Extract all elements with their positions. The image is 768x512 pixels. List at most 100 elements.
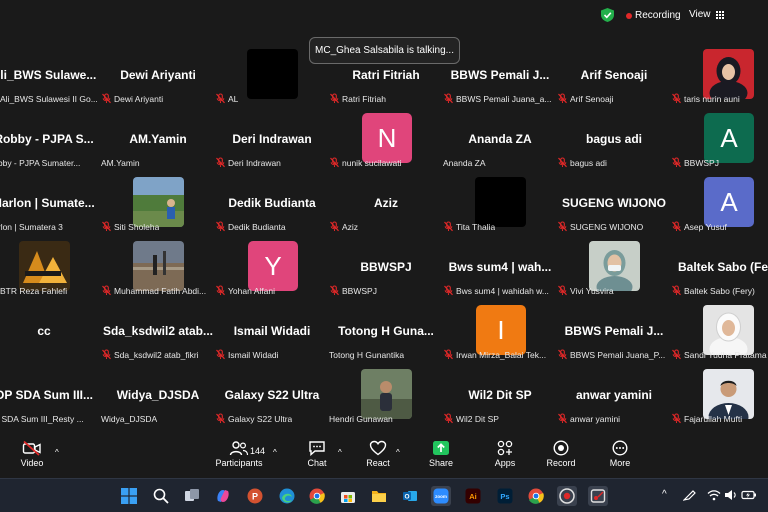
- participants-count: 144: [250, 446, 266, 456]
- grid-view-icon: [715, 10, 724, 19]
- participant-name: Deri Indrawan: [228, 157, 281, 168]
- participant-tile[interactable]: Robby - PJPA S... Robby - PJPA Sumater...: [0, 107, 101, 171]
- participant-name-label: Baltek Sabo (Fery): [671, 284, 768, 297]
- share-button[interactable]: Share: [427, 440, 455, 468]
- screen-recorder-icon[interactable]: [557, 486, 577, 506]
- participant-tile[interactable]: A BBWSPJ: [671, 107, 768, 171]
- mic-muted-icon: [101, 221, 114, 232]
- wifi-icon[interactable]: [707, 489, 721, 504]
- view-button[interactable]: View: [689, 9, 724, 20]
- participants-options-chevron-icon[interactable]: ^: [273, 448, 277, 457]
- participant-tile[interactable]: Fajarullah Mufti: [671, 363, 768, 427]
- participant-tile[interactable]: anwar yamini anwar yamini: [557, 363, 671, 427]
- chrome-icon[interactable]: [307, 486, 327, 506]
- participant-display-name: Sda_ksdwil2 atab...: [102, 324, 214, 338]
- participant-tile[interactable]: Bws sum4 | wah... Bws sum4 | wahidah w...: [443, 235, 557, 299]
- participant-tile[interactable]: cc cc: [0, 299, 101, 363]
- participant-display-name: BBWS Pemali J...: [564, 324, 664, 338]
- participant-tile[interactable]: Dedik Budianta Dedik Budianta: [215, 171, 329, 235]
- svg-text:zoom: zoom: [435, 494, 447, 499]
- chat-button[interactable]: Chat: [303, 440, 331, 468]
- speaker-icon[interactable]: [724, 489, 738, 504]
- adobe-photoshop-icon[interactable]: Ps: [495, 486, 515, 506]
- participant-name-label: Asep Yusuf: [671, 220, 768, 233]
- file-explorer-icon[interactable]: [369, 486, 389, 506]
- participant-tile[interactable]: BTR Reza Fahlefi: [0, 235, 101, 299]
- snipping-tool-icon[interactable]: [588, 486, 608, 506]
- shield-check-icon[interactable]: [601, 8, 614, 22]
- participant-name: AM.Yamin: [101, 157, 140, 168]
- participant-tile[interactable]: BBWS Pemali J... BBWS Pemali Juana_a...: [443, 43, 557, 107]
- participant-tile[interactable]: A Asep Yusuf: [671, 171, 768, 235]
- react-button[interactable]: React: [364, 440, 392, 468]
- participant-tile[interactable]: BBWS Pemali J... BBWS Pemali Juana_P...: [557, 299, 671, 363]
- participant-name-label: Irwan Mirza_Balai Tek...: [443, 348, 557, 361]
- video-button[interactable]: Video: [18, 440, 46, 468]
- participant-name-label: Wil2 Dit SP: [443, 412, 557, 425]
- participant-tile[interactable]: Siti Sholeha: [101, 171, 215, 235]
- chat-options-chevron-icon[interactable]: ^: [338, 448, 342, 457]
- participant-tile[interactable]: taris nurin auni: [671, 43, 768, 107]
- participant-display-name: BBWS Pemali J...: [450, 68, 550, 82]
- zoom-app-icon[interactable]: zoom: [431, 486, 451, 506]
- participant-tile[interactable]: Sda_ksdwil2 atab... Sda_ksdwil2 atab_fikr…: [101, 299, 215, 363]
- participant-tile[interactable]: SUGENG WIJONO SUGENG WIJONO: [557, 171, 671, 235]
- react-label: React: [366, 458, 390, 468]
- participant-tile[interactable]: Galaxy S22 Ultra Galaxy S22 Ultra: [215, 363, 329, 427]
- participant-tile[interactable]: Vivi Yusvira: [557, 235, 671, 299]
- participant-tile[interactable]: AM.Yamin AM.Yamin: [101, 107, 215, 171]
- copilot-icon[interactable]: [213, 486, 233, 506]
- participant-tile[interactable]: Y Yohan Alfani: [215, 235, 329, 299]
- search-icon[interactable]: [151, 486, 171, 506]
- react-options-chevron-icon[interactable]: ^: [396, 448, 400, 457]
- mic-muted-icon: [101, 93, 114, 104]
- participant-tile[interactable]: Baltek Sabo (Fe... Baltek Sabo (Fery): [671, 235, 768, 299]
- participant-tile[interactable]: Hendri Gunawan: [329, 363, 443, 427]
- participant-name: Vivi Yusvira: [570, 285, 614, 296]
- participant-display-name: cc: [37, 324, 51, 338]
- participant-tile[interactable]: Aziz Aziz: [329, 171, 443, 235]
- participant-tile[interactable]: Tita Thalia: [443, 171, 557, 235]
- participant-tile[interactable]: I Irwan Mirza_Balai Tek...: [443, 299, 557, 363]
- chrome-profile-icon[interactable]: [526, 486, 546, 506]
- participant-name-label: AL: [215, 92, 329, 105]
- meeting-toolbar: Video ^ Participants 144 ^ Chat ^ React …: [0, 436, 768, 478]
- participant-tile[interactable]: Muhammad Fatih Abdi...: [101, 235, 215, 299]
- participant-tile[interactable]: Totong H Guna... Totong H Gunantika: [329, 299, 443, 363]
- participant-tile[interactable]: OP SDA Sum III... OP SDA Sum III_Resty ..…: [0, 363, 101, 427]
- participant-name: Robby - PJPA Sumater...: [0, 157, 81, 168]
- participant-tile[interactable]: Ismail Widadi Ismail Widadi: [215, 299, 329, 363]
- participant-tile[interactable]: bagus adi bagus adi: [557, 107, 671, 171]
- participant-tile[interactable]: Ali_BWS Sulawe... Ali_BWS Sulawesi II Go.…: [0, 43, 101, 107]
- participant-tile[interactable]: Arif Senoaji Arif Senoaji: [557, 43, 671, 107]
- participant-tile[interactable]: Harlon | Sumate... Harlon | Sumatera 3: [0, 171, 101, 235]
- participants-label: Participants: [215, 458, 263, 468]
- participant-tile[interactable]: BBWSPJ BBWSPJ: [329, 235, 443, 299]
- participant-tile[interactable]: Ananda ZA Ananda ZA: [443, 107, 557, 171]
- tray-pen-icon[interactable]: [682, 489, 697, 504]
- participant-tile[interactable]: Wil2 Dit SP Wil2 Dit SP: [443, 363, 557, 427]
- record-button[interactable]: Record: [545, 440, 577, 468]
- svg-text:Ps: Ps: [500, 492, 509, 501]
- windows-start-icon[interactable]: [119, 486, 139, 506]
- participant-tile[interactable]: Widya_DJSDA Widya_DJSDA: [101, 363, 215, 427]
- adobe-illustrator-icon[interactable]: Ai: [463, 486, 483, 506]
- apps-button[interactable]: Apps: [491, 440, 519, 468]
- participant-tile[interactable]: Sandi Yudha Pratama: [671, 299, 768, 363]
- participant-tile[interactable]: Nnunik sucilawati: [329, 107, 443, 171]
- powerpoint-icon[interactable]: P: [245, 486, 265, 506]
- battery-icon[interactable]: [741, 489, 757, 504]
- more-button[interactable]: More: [606, 440, 634, 468]
- participant-name-label: Arif Senoaji: [557, 92, 671, 105]
- outlook-icon[interactable]: O: [400, 486, 420, 506]
- recording-status[interactable]: Recording: [635, 10, 681, 21]
- microsoft-store-icon[interactable]: [338, 486, 358, 506]
- tray-chevron-up-icon[interactable]: ^: [662, 489, 667, 500]
- participant-tile[interactable]: Deri Indrawan Deri Indrawan: [215, 107, 329, 171]
- edge-browser-icon[interactable]: [277, 486, 297, 506]
- participant-tile[interactable]: Dewi Ariyanti Dewi Ariyanti: [101, 43, 215, 107]
- task-view-icon[interactable]: [182, 486, 202, 506]
- video-options-chevron-icon[interactable]: ^: [55, 448, 59, 457]
- participant-name-label: Muhammad Fatih Abdi...: [101, 284, 215, 297]
- participant-display-name: BBWSPJ: [360, 260, 412, 274]
